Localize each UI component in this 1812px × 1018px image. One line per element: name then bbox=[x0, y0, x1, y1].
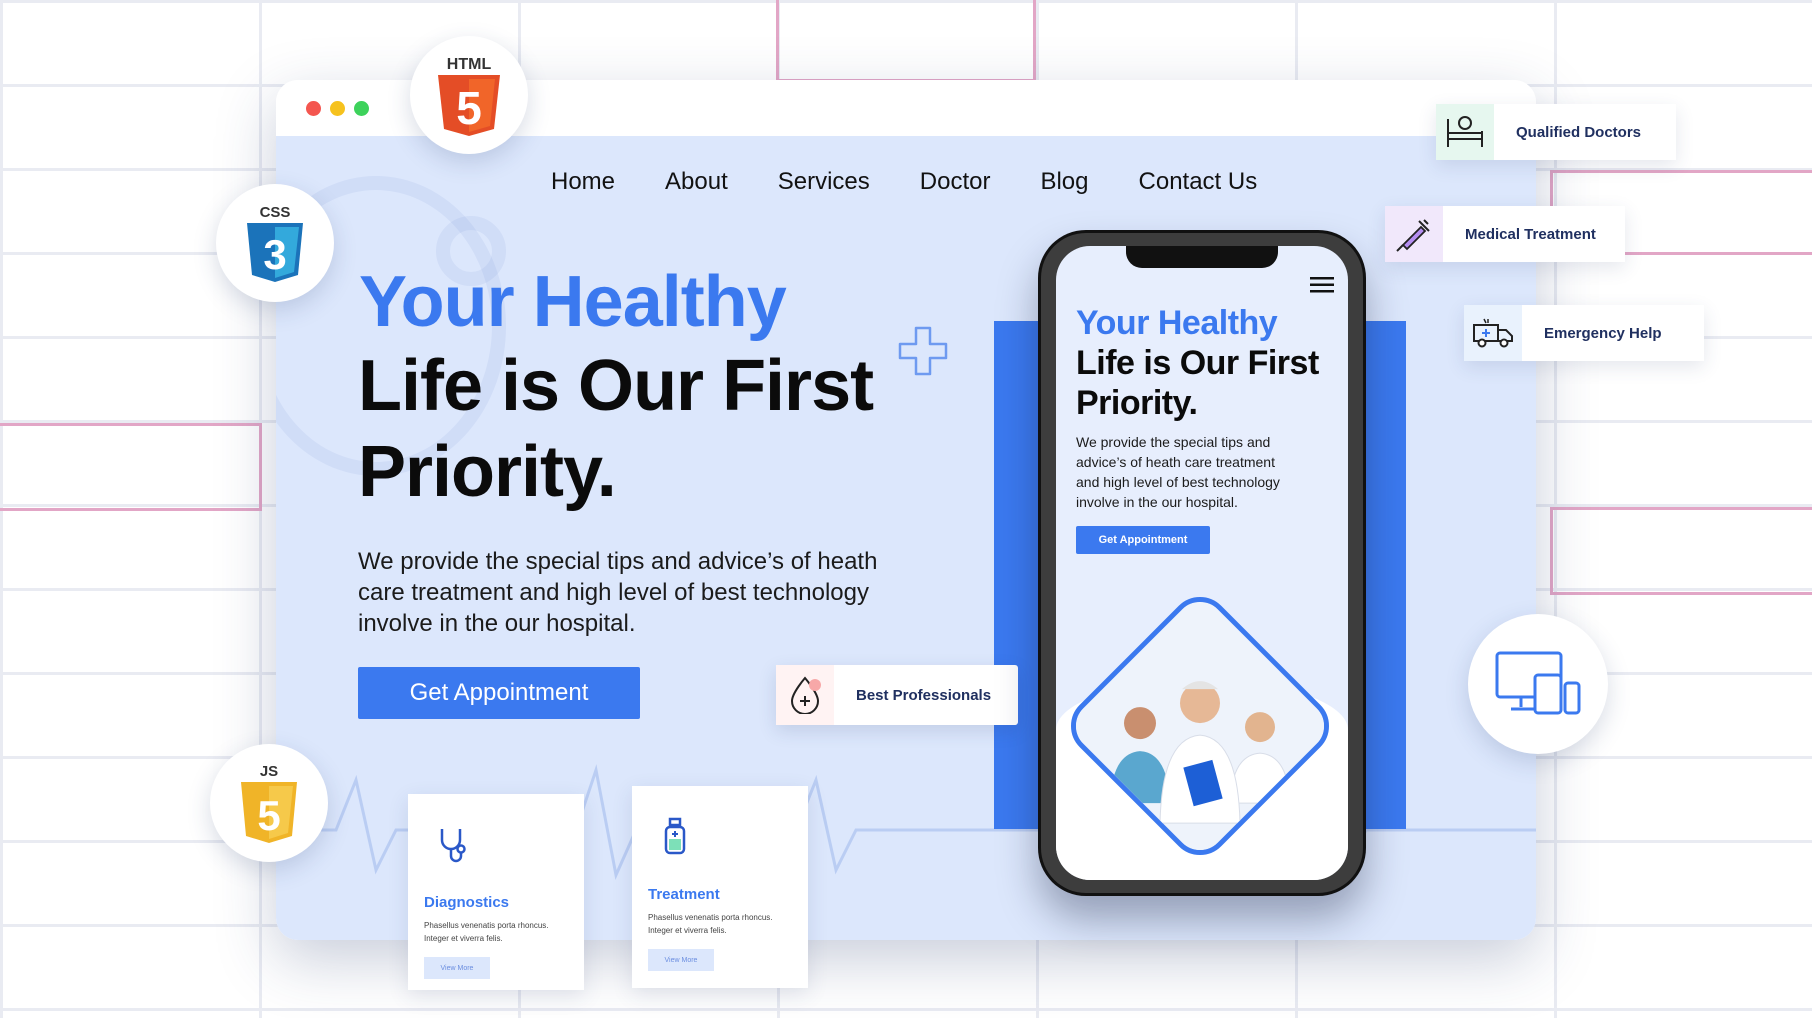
hospital-bed-icon bbox=[1436, 104, 1494, 160]
responsive-devices-icon bbox=[1495, 651, 1581, 715]
css3-badge: CSS 3 bbox=[216, 184, 334, 302]
feature-emergency-help: Emergency Help bbox=[1464, 305, 1704, 361]
nav-home[interactable]: Home bbox=[551, 168, 615, 196]
get-appointment-button[interactable]: Get Appointment bbox=[358, 667, 640, 719]
svg-text:CSS: CSS bbox=[260, 204, 291, 221]
service-description: Phasellus venenatis porta rhoncus. Integ… bbox=[424, 921, 549, 943]
grid-accent bbox=[0, 423, 262, 511]
feature-medical-treatment: Medical Treatment bbox=[1385, 206, 1625, 262]
feature-label: Qualified Doctors bbox=[1516, 123, 1642, 141]
feature-label: Emergency Help bbox=[1544, 324, 1662, 342]
nav-contact-us[interactable]: Contact Us bbox=[1139, 168, 1258, 196]
nav-blog[interactable]: Blog bbox=[1040, 168, 1088, 196]
css3-icon: CSS 3 bbox=[247, 204, 303, 282]
view-more-button[interactable]: View More bbox=[424, 957, 490, 979]
js-badge: JS 5 bbox=[210, 744, 328, 862]
syringe-icon bbox=[1385, 206, 1443, 262]
phone-notch bbox=[1126, 246, 1278, 268]
hero-title-line3: Priority. bbox=[358, 432, 617, 512]
html5-icon: HTML 5 bbox=[438, 56, 500, 136]
hero-title-line2: Life is Our First bbox=[358, 346, 874, 426]
nav-doctor[interactable]: Doctor bbox=[920, 168, 991, 196]
grid-accent bbox=[1550, 507, 1812, 595]
phone-screen: Your Healthy Life is Our First Priority.… bbox=[1056, 246, 1348, 880]
phone-get-appointment-button[interactable]: Get Appointment bbox=[1076, 526, 1210, 554]
service-card-treatment: Treatment Phasellus venenatis porta rhon… bbox=[632, 786, 808, 988]
window-close-dot[interactable] bbox=[306, 101, 321, 116]
phone-hero-title-line3: Priority. bbox=[1076, 384, 1198, 422]
best-professionals-label: Best Professionals bbox=[856, 686, 992, 704]
window-maximize-dot[interactable] bbox=[354, 101, 369, 116]
nav-about[interactable]: About bbox=[665, 168, 728, 196]
service-description: Phasellus venenatis porta rhoncus. Integ… bbox=[648, 913, 773, 935]
phone-hero-description: We provide the special tips and advice’s… bbox=[1076, 434, 1280, 510]
grid-accent bbox=[776, 0, 1036, 82]
hamburger-menu-icon[interactable] bbox=[1310, 276, 1334, 294]
responsive-devices-badge bbox=[1468, 614, 1608, 754]
window-minimize-dot[interactable] bbox=[330, 101, 345, 116]
svg-text:3: 3 bbox=[263, 231, 286, 278]
feature-qualified-doctors: Qualified Doctors bbox=[1436, 104, 1676, 160]
medicine-bottle-icon bbox=[648, 810, 702, 864]
ambulance-icon bbox=[1464, 305, 1522, 361]
stethoscope-icon bbox=[424, 818, 478, 872]
best-professionals-card: Best Professionals bbox=[776, 665, 1018, 725]
js-icon: JS 5 bbox=[241, 763, 297, 843]
phone-hero-title-highlight: Your Healthy bbox=[1076, 304, 1278, 342]
hero-title-highlight: Your Healthy bbox=[359, 262, 787, 342]
service-title: Diagnostics bbox=[424, 894, 510, 911]
plus-icon bbox=[898, 326, 948, 376]
nav-services[interactable]: Services bbox=[778, 168, 870, 196]
svg-text:JS: JS bbox=[260, 763, 278, 780]
hero-description: We provide the special tips and advice’s… bbox=[358, 548, 878, 637]
blood-drop-icon bbox=[776, 665, 834, 725]
svg-text:5: 5 bbox=[456, 82, 482, 134]
svg-text:HTML: HTML bbox=[447, 56, 492, 73]
service-card-diagnostics: Diagnostics Phasellus venenatis porta rh… bbox=[408, 794, 584, 990]
main-nav: Home About Services Doctor Blog Contact … bbox=[551, 168, 1257, 196]
phone-hero-title-line2: Life is Our First bbox=[1076, 344, 1319, 382]
phone-mockup: Your Healthy Life is Our First Priority.… bbox=[1038, 230, 1366, 896]
service-title: Treatment bbox=[648, 886, 720, 903]
view-more-button[interactable]: View More bbox=[648, 949, 714, 971]
html5-badge: HTML 5 bbox=[410, 36, 528, 154]
feature-label: Medical Treatment bbox=[1465, 225, 1596, 243]
svg-text:5: 5 bbox=[257, 792, 280, 839]
